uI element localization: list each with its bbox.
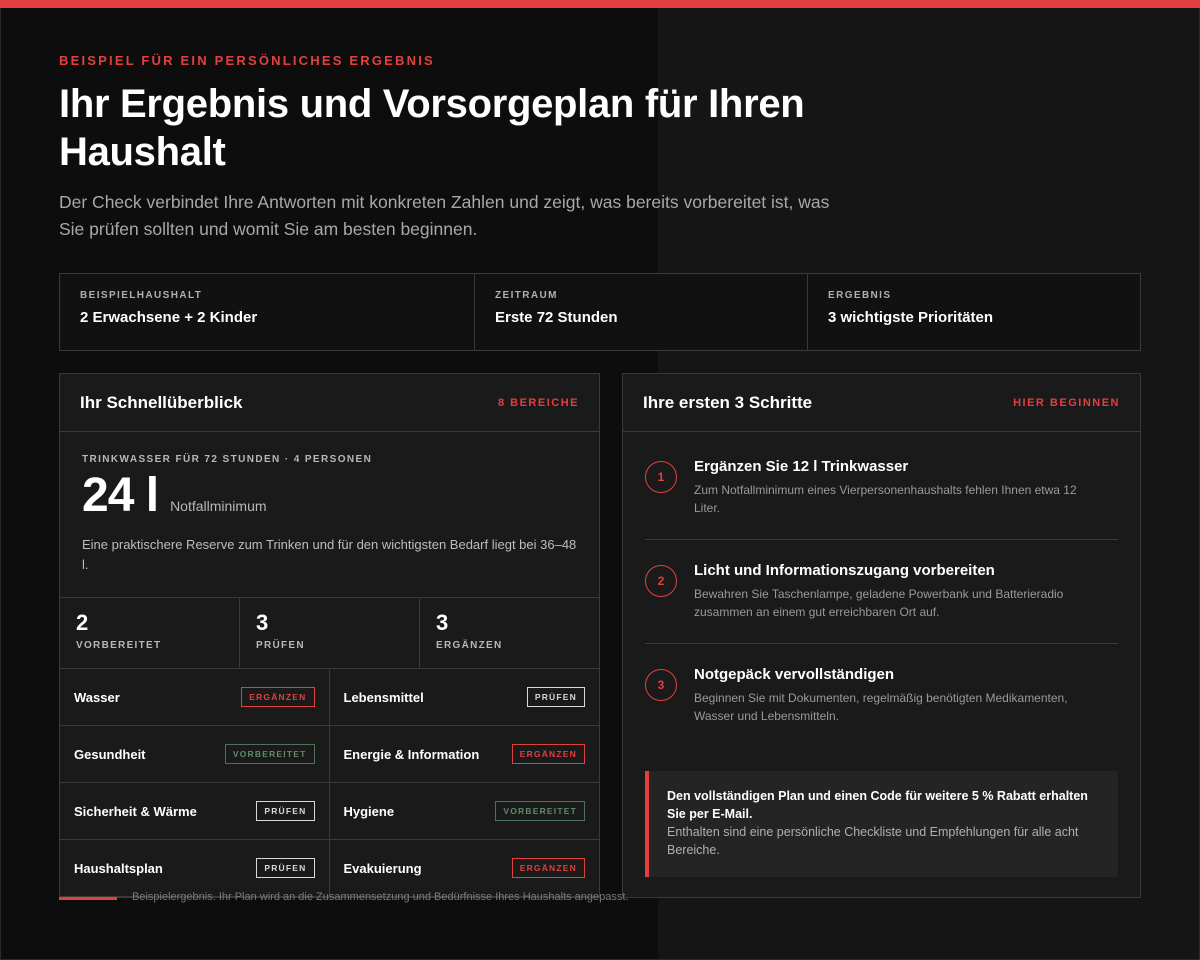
water-summary: TRINKWASSER FÜR 72 STUNDEN · 4 PERSONEN … [60, 432, 599, 598]
area-safety[interactable]: Sicherheit & Wärme PRÜFEN [60, 783, 330, 840]
areas-grid: Wasser ERGÄNZEN Lebensmittel PRÜFEN Gesu… [60, 669, 599, 897]
step-text: Beginnen Sie mit Dokumenten, regelmäßig … [694, 691, 1068, 723]
steps-title: Ihre ersten 3 Schritte [643, 392, 813, 412]
status-badge: PRÜFEN [526, 687, 585, 707]
area-food[interactable]: Lebensmittel PRÜFEN [329, 669, 599, 726]
cta-title: Den vollständigen Plan und einen Code fü… [667, 789, 1088, 821]
start-here-link[interactable]: HIER BEGINNEN [1013, 397, 1120, 409]
top-accent-bar [0, 0, 1200, 8]
footer-note: Beispielergebnis. Ihr Plan wird an die Z… [132, 891, 629, 903]
footer-accent-line [59, 897, 117, 900]
water-label: TRINKWASSER FÜR 72 STUNDEN · 4 PERSONEN [82, 454, 373, 465]
step-title: Notgepäck vervollständigen [694, 666, 895, 683]
status-badge: PRÜFEN [256, 858, 315, 878]
water-value: 24 l [82, 469, 159, 522]
step-text: Zum Notfallminimum eines Vierpersonenhau… [694, 483, 1077, 515]
area-name: Gesundheit [74, 746, 146, 762]
area-name: Hygiene [343, 803, 395, 819]
status-badge: VORBEREITET [224, 744, 315, 764]
step-item: 3 Notgepäck vervollständigen Beginnen Si… [645, 644, 1118, 747]
cta-text: Enthalten sind eine persönliche Checklis… [667, 825, 1079, 857]
fact-period: ZEITRAUM Erste 72 Stunden [475, 274, 808, 350]
area-health[interactable]: Gesundheit VORBEREITET [60, 726, 330, 783]
eyebrow: BEISPIEL FÜR EIN PERSÖNLICHES ERGEBNIS [59, 53, 435, 68]
count-number: 3 [256, 610, 269, 635]
steps-header: Ihre ersten 3 Schritte HIER BEGINNEN [623, 374, 1140, 432]
step-number-circle: 2 [645, 565, 677, 597]
area-name: Sicherheit & Wärme [74, 803, 197, 819]
count-label: PRÜFEN [256, 640, 305, 651]
page-title: Ihr Ergebnis und Vorsorgeplan für Ihren … [59, 82, 805, 174]
step-number-circle: 3 [645, 669, 677, 701]
step-body: Licht und Informationszugang vorbereiten… [694, 562, 1094, 621]
area-name: Haushaltsplan [74, 860, 163, 876]
area-hygiene[interactable]: Hygiene VORBEREITET [329, 783, 599, 840]
area-household-plan[interactable]: Haushaltsplan PRÜFEN [60, 840, 330, 897]
area-name: Energie & Information [343, 746, 480, 762]
step-title: Ergänzen Sie 12 l Trinkwasser [694, 458, 909, 475]
email-cta-box: Den vollständigen Plan und einen Code fü… [645, 771, 1118, 877]
step-item: 1 Ergänzen Sie 12 l Trinkwasser Zum Notf… [645, 436, 1118, 540]
overview-panel: Ihr Schnellüberblick 8 BEREICHE TRINKWAS… [59, 373, 600, 898]
area-energy[interactable]: Energie & Information ERGÄNZEN [329, 726, 599, 783]
status-badge: PRÜFEN [256, 801, 315, 821]
step-body: Notgepäck vervollständigen Beginnen Sie … [694, 666, 1094, 725]
count-prepared: 2 VORBEREITET [60, 598, 240, 668]
overview-header: Ihr Schnellüberblick 8 BEREICHE [60, 374, 599, 432]
water-unit: Notfallminimum [170, 498, 267, 514]
count-check: 3 PRÜFEN [240, 598, 420, 668]
status-badge: ERGÄNZEN [511, 744, 585, 764]
step-text: Bewahren Sie Taschenlampe, geladene Powe… [694, 587, 1064, 619]
area-water[interactable]: Wasser ERGÄNZEN [60, 669, 330, 726]
status-badge: VORBEREITET [495, 801, 585, 821]
steps-list: 1 Ergänzen Sie 12 l Trinkwasser Zum Notf… [623, 432, 1140, 747]
count-number: 3 [436, 610, 449, 635]
area-evacuation[interactable]: Evakuierung ERGÄNZEN [329, 840, 599, 897]
count-number: 2 [76, 610, 89, 635]
step-title: Licht und Informationszugang vorbereiten [694, 562, 995, 579]
water-row: 24 l Notfallminimum [82, 471, 577, 521]
status-badge: ERGÄNZEN [511, 858, 585, 878]
area-name: Lebensmittel [343, 689, 424, 705]
areas-link[interactable]: 8 BEREICHE [498, 397, 579, 409]
fact-value: Erste 72 Stunden [495, 309, 618, 326]
count-add: 3 ERGÄNZEN [420, 598, 599, 668]
water-note: Eine praktischere Reserve zum Trinken un… [82, 537, 577, 572]
step-body: Ergänzen Sie 12 l Trinkwasser Zum Notfal… [694, 458, 1094, 517]
step-number-circle: 1 [645, 461, 677, 493]
area-name: Wasser [74, 689, 120, 705]
overview-title: Ihr Schnellüberblick [80, 392, 243, 412]
status-counts: 2 VORBEREITET 3 PRÜFEN 3 ERGÄNZEN [60, 598, 599, 669]
fact-value: 3 wichtigste Prioritäten [828, 309, 994, 326]
steps-panel: Ihre ersten 3 Schritte HIER BEGINNEN 1 E… [622, 373, 1141, 898]
area-name: Evakuierung [343, 860, 422, 876]
fact-result: ERGEBNIS 3 wichtigste Prioritäten [808, 274, 1140, 350]
fact-household: BEISPIELHAUSHALT 2 Erwachsene + 2 Kinder [60, 274, 475, 350]
facts-bar: BEISPIELHAUSHALT 2 Erwachsene + 2 Kinder… [59, 273, 1141, 351]
fact-value: 2 Erwachsene + 2 Kinder [80, 309, 258, 326]
count-label: ERGÄNZEN [436, 640, 503, 651]
status-badge: ERGÄNZEN [241, 687, 315, 707]
fact-label: ERGEBNIS [828, 290, 892, 301]
step-item: 2 Licht und Informationszugang vorbereit… [645, 540, 1118, 644]
fact-label: BEISPIELHAUSHALT [80, 290, 203, 301]
lead-text: Der Check verbindet Ihre Antworten mit k… [59, 192, 830, 239]
fact-label: ZEITRAUM [495, 290, 558, 301]
count-label: VORBEREITET [76, 640, 162, 651]
